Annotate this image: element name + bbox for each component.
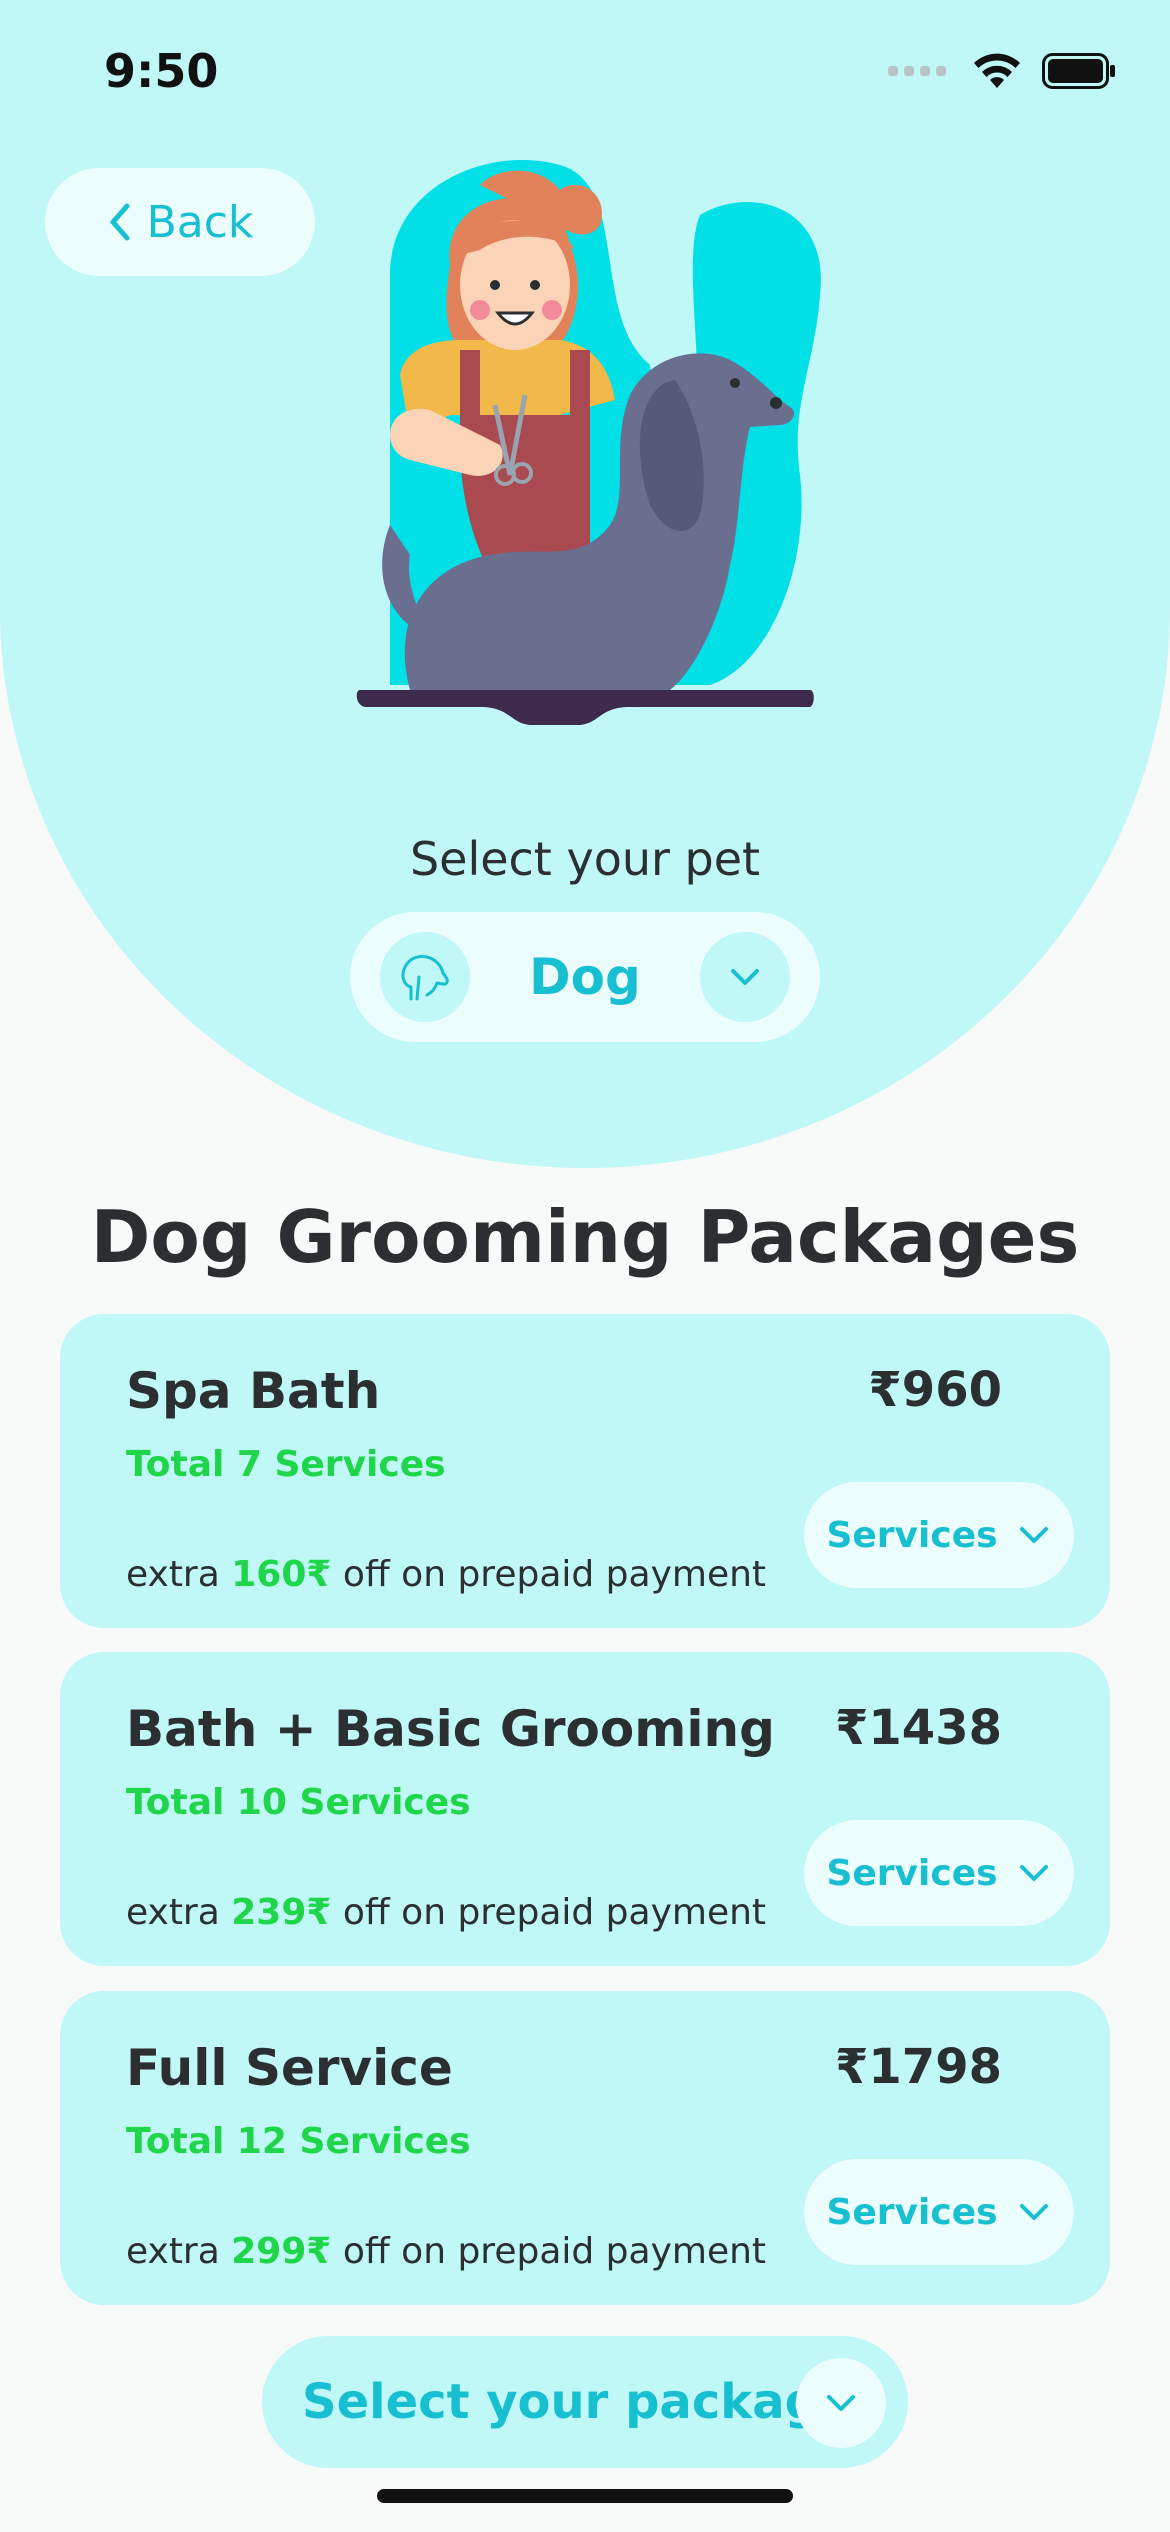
services-label: Services [826, 1514, 998, 1556]
home-indicator [377, 2489, 793, 2503]
battery-icon [1042, 53, 1115, 89]
select-package-label: Select your package [302, 2374, 852, 2430]
chevron-down-icon [700, 932, 790, 1022]
groomer-with-dog-illustration [356, 159, 821, 725]
package-price: ₹1438 [835, 1700, 1002, 1756]
pet-picker[interactable]: Dog [350, 912, 820, 1042]
package-card-full-service[interactable]: Full Service Total 12 Services ₹1798 ext… [60, 1991, 1110, 2305]
back-label: Back [146, 196, 254, 248]
offer-amount: 299₹ [231, 2231, 332, 2272]
dog-head-icon [380, 932, 470, 1022]
select-pet-label: Select your pet [409, 832, 761, 886]
chevron-down-icon [1019, 1527, 1048, 1543]
chevron-down-icon [1019, 1865, 1048, 1881]
section-title: Dog Grooming Packages [90, 1195, 1080, 1279]
package-name: Spa Bath [126, 1362, 381, 1420]
package-offer: extra 299₹ off on prepaid payment [126, 2231, 767, 2272]
chevron-down-icon [1019, 2204, 1048, 2220]
package-services-count: Total 7 Services [126, 1444, 446, 1485]
package-card-spa-bath[interactable]: Spa Bath Total 7 Services ₹960 extra 160… [60, 1314, 1110, 1628]
package-services-count: Total 12 Services [126, 2121, 471, 2162]
services-button[interactable]: Services [804, 2159, 1074, 2265]
selected-pet-name: Dog [529, 948, 641, 1006]
screen: 9:50 Back Select your pet Dog Dog Groomi… [0, 0, 1170, 2532]
back-button[interactable]: Back [45, 168, 315, 276]
cellular-signal-icon [888, 66, 946, 76]
package-offer: extra 160₹ off on prepaid payment [126, 1554, 767, 1595]
chevron-down-icon [796, 2358, 886, 2448]
status-icons [888, 52, 1116, 90]
package-name: Bath + Basic Grooming [126, 1700, 775, 1758]
services-label: Services [826, 2191, 998, 2233]
offer-amount: 239₹ [231, 1892, 332, 1933]
package-card-bath-basic-grooming[interactable]: Bath + Basic Grooming Total 10 Services … [60, 1652, 1110, 1966]
package-name: Full Service [126, 2039, 453, 2097]
select-package-button[interactable]: Select your package [262, 2336, 908, 2468]
services-button[interactable]: Services [804, 1820, 1074, 1926]
package-services-count: Total 10 Services [126, 1782, 471, 1823]
services-label: Services [826, 1852, 998, 1894]
services-button[interactable]: Services [804, 1482, 1074, 1588]
offer-amount: 160₹ [231, 1554, 332, 1595]
wifi-icon [974, 53, 1020, 88]
package-offer: extra 239₹ off on prepaid payment [126, 1892, 767, 1933]
status-time: 9:50 [104, 44, 219, 98]
package-price: ₹960 [868, 1362, 1002, 1418]
chevron-left-icon [110, 203, 130, 241]
package-price: ₹1798 [835, 2039, 1002, 2095]
